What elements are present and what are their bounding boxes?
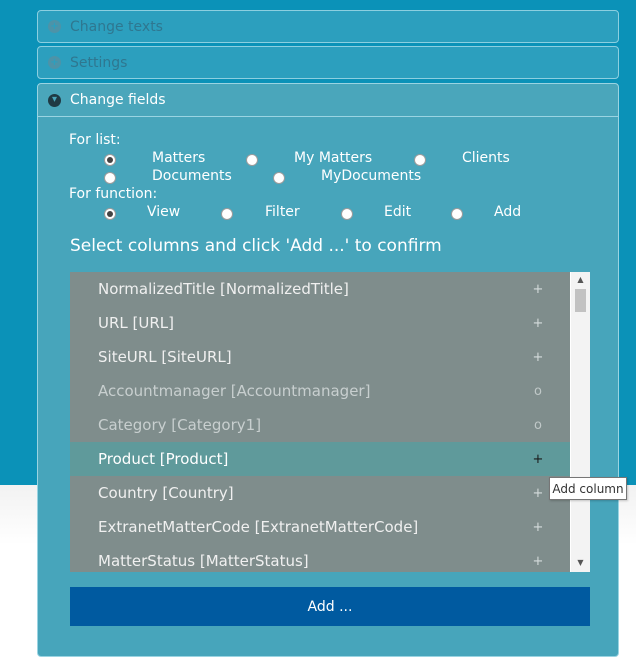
radio-label-clients: Clients [462,150,510,166]
scroll-up-arrow-icon[interactable]: ▲ [571,272,590,287]
instruction-text: Select columns and click 'Add ...' to co… [70,236,442,256]
radio-label-edit: Edit [384,204,412,220]
add-column-icon[interactable]: + [532,282,544,297]
change-fields-panel: For list: Matters My Matters Clients Doc… [37,117,619,657]
radio-edit[interactable] [341,208,353,220]
add-column-icon[interactable]: + [532,520,544,535]
radio-clients[interactable] [414,154,426,166]
radio-label-view: View [147,204,181,220]
add-column-icon[interactable]: + [532,554,544,569]
add-column-icon[interactable]: + [532,486,544,501]
columns-listbox[interactable]: NormalizedTitle [NormalizedTitle] + URL … [70,272,590,572]
radio-matters[interactable] [104,154,116,166]
plus-circle-icon: + [48,56,61,69]
accordion-settings[interactable]: + Settings [37,46,619,79]
column-row[interactable]: NormalizedTitle [NormalizedTitle] + [70,272,570,306]
add-column-icon[interactable]: + [532,452,544,467]
column-row[interactable]: SiteURL [SiteURL] + [70,340,570,374]
column-row[interactable]: Category [Category1] o [70,408,570,442]
add-button[interactable]: Add ... [70,587,590,626]
radio-label-documents: Documents [152,168,232,184]
columns-list: NormalizedTitle [NormalizedTitle] + URL … [70,272,570,572]
tooltip: Add column [549,477,627,500]
radio-label-my-documents: MyDocuments [321,168,422,184]
column-label: Country [Country] [98,484,234,502]
add-column-icon[interactable]: + [532,350,544,365]
radio-filter[interactable] [221,208,233,220]
column-label: MatterStatus [MatterStatus] [98,552,309,570]
column-label: SiteURL [SiteURL] [98,348,232,366]
for-function-label: For function: [69,186,158,202]
column-row-hovered[interactable]: Product [Product] + [70,442,570,476]
radio-my-documents[interactable] [273,172,285,184]
add-column-icon[interactable]: + [532,316,544,331]
column-label: URL [URL] [98,314,174,332]
radio-label-filter: Filter [265,204,300,220]
column-row[interactable]: Accountmanager [Accountmanager] o [70,374,570,408]
column-row[interactable]: MatterStatus [MatterStatus] + [70,544,570,572]
radio-label-add: Add [494,204,522,220]
radio-my-matters[interactable] [246,154,258,166]
column-label: Accountmanager [Accountmanager] [98,382,371,400]
column-row[interactable]: URL [URL] + [70,306,570,340]
accordion-change-fields[interactable]: ▾ Change fields [37,83,619,117]
list-scrollbar[interactable]: ▲ ▼ [571,272,590,572]
plus-circle-icon: + [48,20,61,33]
accordion-title: Change texts [70,18,163,35]
column-label: Category [Category1] [98,416,262,434]
column-row[interactable]: Country [Country] + [70,476,570,510]
column-label: ExtranetMatterCode [ExtranetMatterCode] [98,518,419,536]
added-column-icon[interactable]: o [532,418,544,433]
column-row[interactable]: ExtranetMatterCode [ExtranetMatterCode] … [70,510,570,544]
radio-add[interactable] [451,208,463,220]
radio-view[interactable] [104,208,116,220]
accordion-change-texts[interactable]: + Change texts [37,10,619,43]
added-column-icon[interactable]: o [532,384,544,399]
scrollbar-thumb[interactable] [575,289,586,312]
column-label: Product [Product] [98,450,229,468]
radio-documents[interactable] [104,172,116,184]
accordion-title: Settings [70,54,128,71]
for-list-label: For list: [69,132,121,148]
accordion-title: Change fields [70,92,166,108]
arrow-down-circle-icon: ▾ [48,93,61,107]
radio-label-matters: Matters [152,150,206,166]
column-label: NormalizedTitle [NormalizedTitle] [98,280,349,298]
radio-label-my-matters: My Matters [294,150,373,166]
scroll-down-arrow-icon[interactable]: ▼ [571,555,590,570]
